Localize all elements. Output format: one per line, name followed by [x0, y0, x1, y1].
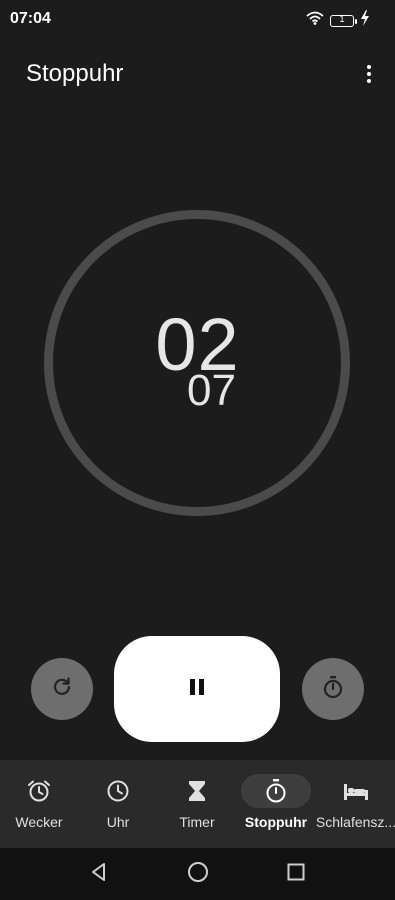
more-dot — [367, 65, 371, 69]
battery-icon: 1 — [330, 13, 357, 27]
nav-item-bedtime[interactable]: Schlafensz... — [315, 760, 395, 848]
nav-item-timer[interactable]: Timer — [162, 760, 232, 848]
status-bar: 07:04 1 — [0, 0, 395, 40]
elapsed-hundredths: 07 — [187, 366, 236, 415]
status-time: 07:04 — [10, 10, 51, 27]
nav-label-timer: Timer — [179, 814, 215, 830]
status-icons: 1 — [306, 10, 370, 31]
recents-button[interactable] — [283, 861, 309, 887]
stopwatch-lap-icon — [322, 675, 344, 704]
nav-label-clock: Uhr — [106, 814, 130, 830]
nav-label-stopwatch: Stoppuhr — [244, 814, 308, 830]
system-navigation-bar — [0, 848, 395, 900]
nav-item-stopwatch[interactable]: Stoppuhr — [241, 760, 311, 848]
battery-level: 1 — [339, 13, 345, 24]
home-icon — [187, 861, 209, 888]
nav-item-clock[interactable]: Uhr — [83, 760, 153, 848]
hourglass-icon — [162, 774, 232, 808]
stopwatch-icon — [241, 774, 311, 808]
clock-icon — [83, 774, 153, 808]
page-title: Stoppuhr — [26, 60, 124, 87]
bottom-navigation: Wecker Uhr Timer Stoppuhr Schlafensz... — [0, 760, 395, 848]
more-dot — [367, 72, 371, 76]
pause-button[interactable] — [114, 636, 280, 742]
wifi-icon — [306, 11, 324, 30]
reset-button[interactable] — [31, 658, 93, 720]
lap-button[interactable] — [302, 658, 364, 720]
alarm-icon — [4, 774, 74, 808]
bed-icon — [321, 774, 391, 808]
charging-icon — [360, 10, 370, 31]
nav-item-alarm[interactable]: Wecker — [4, 760, 74, 848]
back-button[interactable] — [86, 861, 112, 887]
reset-icon — [51, 676, 73, 703]
recents-icon — [287, 863, 305, 886]
nav-label-bedtime: Schlafensz... — [315, 814, 395, 830]
more-options-button[interactable] — [357, 60, 381, 88]
more-dot — [367, 79, 371, 83]
home-button[interactable] — [185, 861, 211, 887]
pause-icon — [189, 678, 205, 701]
nav-label-alarm: Wecker — [15, 814, 63, 830]
back-icon — [89, 862, 109, 887]
